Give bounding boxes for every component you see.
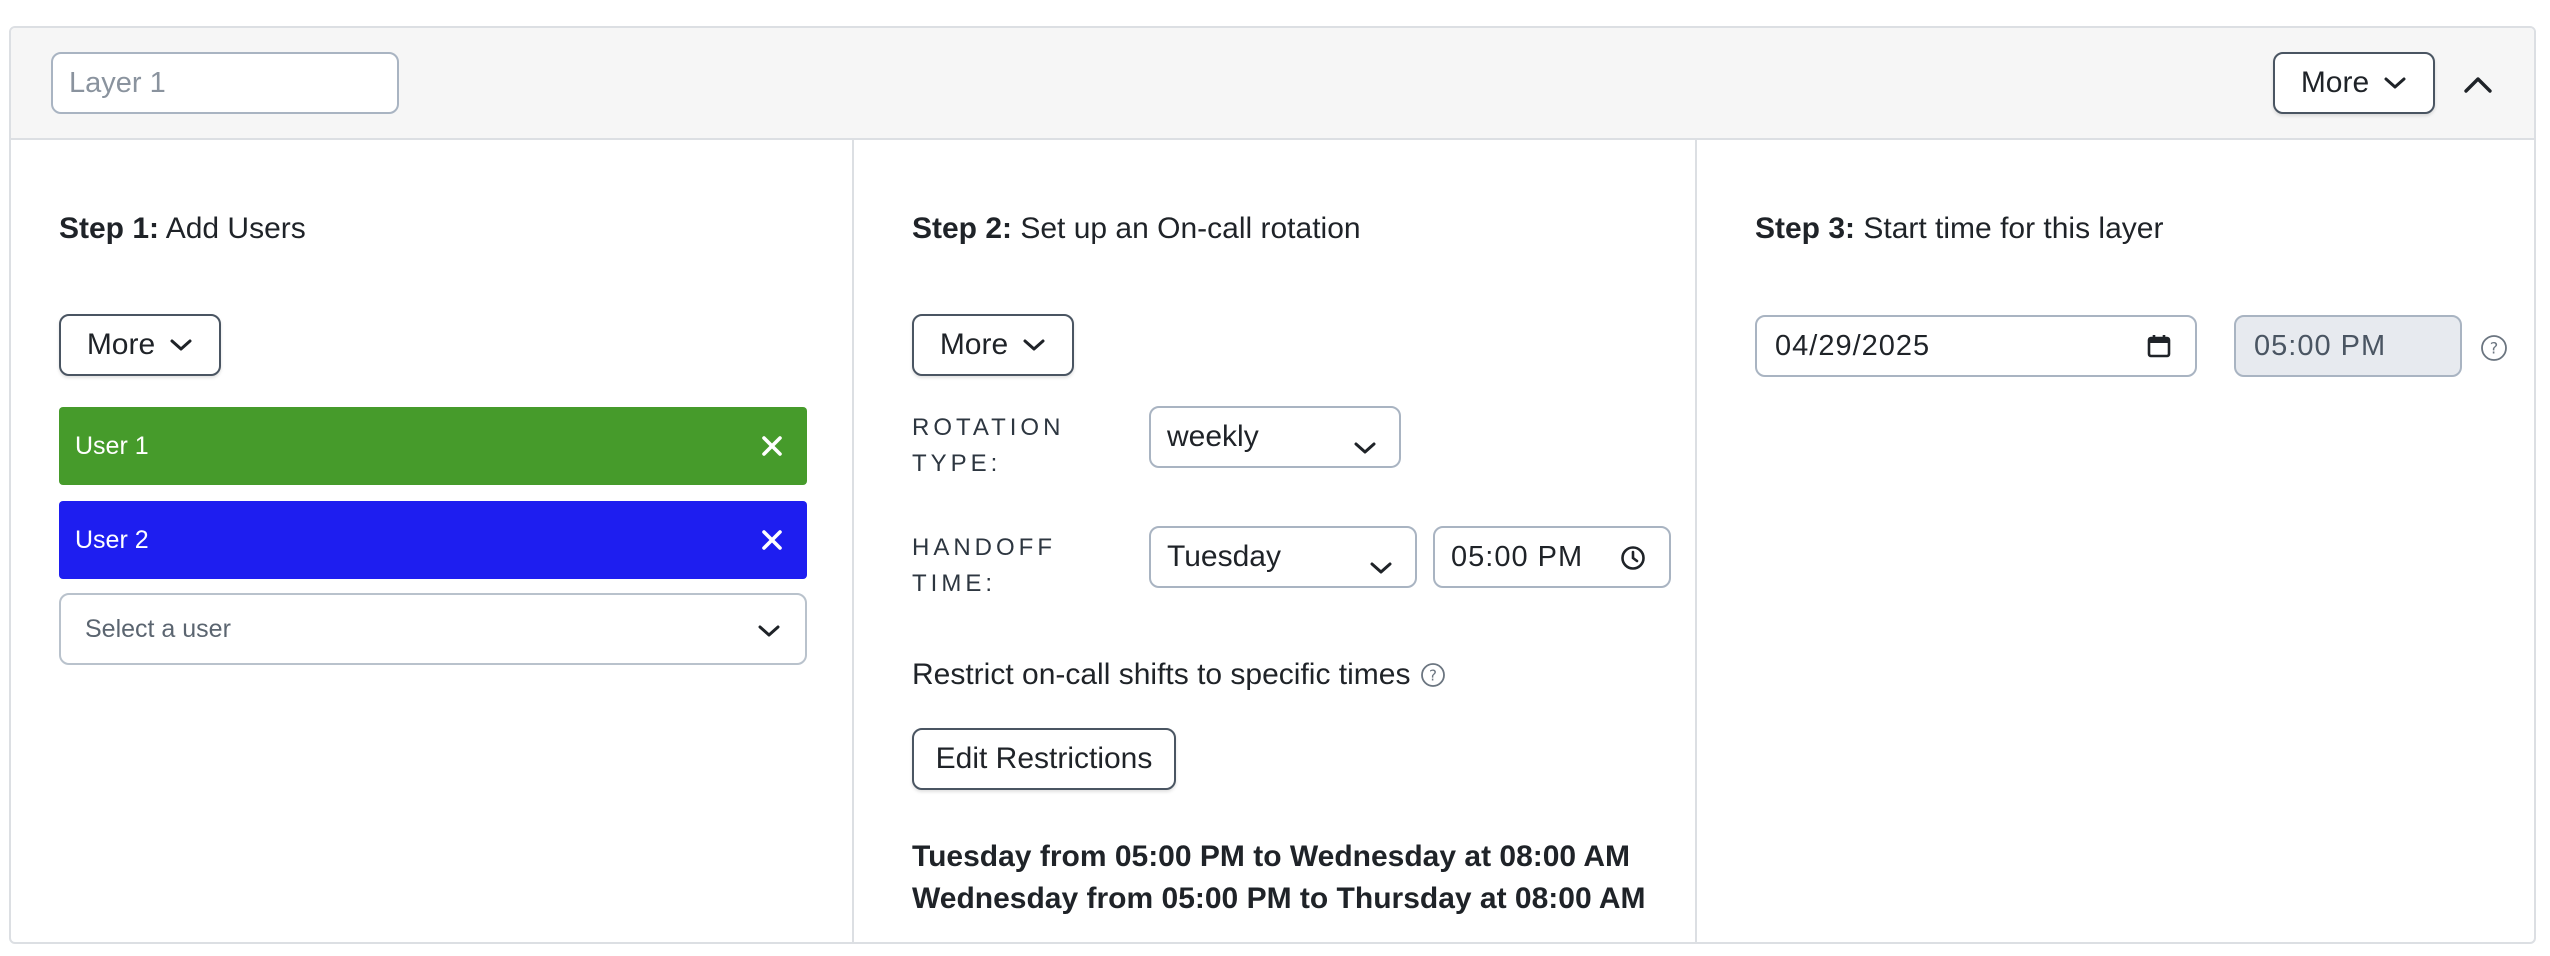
layer-header: More bbox=[11, 28, 2534, 140]
chevron-down-icon bbox=[1022, 337, 1046, 353]
chevron-up-icon[interactable] bbox=[2461, 68, 2495, 102]
step2-more-label: More bbox=[939, 328, 1009, 361]
chevron-down-icon bbox=[757, 617, 781, 646]
user-chip-label: User 1 bbox=[75, 431, 149, 460]
chevron-down-icon bbox=[1353, 430, 1377, 464]
edit-restrictions-button[interactable]: Edit Restrictions bbox=[912, 728, 1176, 790]
select-user-dropdown[interactable]: Select a user bbox=[59, 593, 807, 665]
handoff-time-value: 05:00 PM bbox=[1451, 540, 1584, 573]
layer-name-input[interactable] bbox=[51, 52, 399, 114]
step2-more-button[interactable]: More bbox=[912, 314, 1074, 376]
calendar-icon[interactable] bbox=[2145, 332, 2173, 368]
help-circle-icon[interactable]: ? bbox=[1420, 662, 1446, 688]
header-more-label: More bbox=[2300, 66, 2370, 99]
chevron-down-icon bbox=[169, 337, 193, 353]
user-chip: User 2 bbox=[59, 501, 807, 579]
close-icon[interactable] bbox=[755, 429, 789, 463]
step1-more-button[interactable]: More bbox=[59, 314, 221, 376]
restriction-line: Tuesday from 05:00 PM to Wednesday at 08… bbox=[912, 840, 1630, 873]
edit-restrictions-label: Edit Restrictions bbox=[935, 742, 1153, 775]
layer-panel: More Step 1: Add Users More User 1 User bbox=[9, 26, 2536, 944]
handoff-day-select[interactable]: Tuesday bbox=[1149, 526, 1417, 588]
restriction-line: Wednesday from 05:00 PM to Thursday at 0… bbox=[912, 882, 1646, 915]
step1-column: Step 1: Add Users More User 1 User 2 Sel… bbox=[11, 140, 854, 942]
restrict-shifts-heading: Restrict on-call shifts to specific time… bbox=[912, 658, 1446, 692]
handoff-time-input[interactable]: 05:00 PM bbox=[1433, 526, 1671, 588]
step3-title: Step 3: Start time for this layer bbox=[1755, 212, 2164, 245]
start-time-input: 05:00 PM bbox=[2234, 315, 2462, 377]
step2-title: Step 2: Set up an On-call rotation bbox=[912, 212, 1361, 245]
rotation-type-label: Rotation type: bbox=[912, 414, 1065, 477]
handoff-day-value: Tuesday bbox=[1167, 540, 1281, 573]
step1-title: Step 1: Add Users bbox=[59, 212, 306, 245]
select-user-placeholder: Select a user bbox=[85, 614, 231, 643]
clock-icon[interactable] bbox=[1619, 544, 1647, 580]
header-more-button[interactable]: More bbox=[2273, 52, 2435, 114]
handoff-time-label: Handoff time: bbox=[912, 534, 1056, 597]
step2-column: Step 2: Set up an On-call rotation More … bbox=[854, 140, 1697, 942]
help-circle-icon[interactable]: ? bbox=[2480, 334, 2508, 367]
start-time-value: 05:00 PM bbox=[2254, 329, 2387, 362]
start-date-input[interactable]: 04/29/2025 bbox=[1755, 315, 2197, 377]
user-chip: User 1 bbox=[59, 407, 807, 485]
chevron-down-icon bbox=[1369, 550, 1393, 584]
user-chip-label: User 2 bbox=[75, 525, 149, 554]
svg-text:?: ? bbox=[2490, 339, 2499, 358]
step1-more-label: More bbox=[86, 328, 156, 361]
chevron-down-icon bbox=[2383, 75, 2407, 91]
rotation-type-select[interactable]: weekly bbox=[1149, 406, 1401, 468]
svg-text:?: ? bbox=[1430, 667, 1438, 685]
rotation-type-value: weekly bbox=[1167, 420, 1259, 453]
step3-column: Step 3: Start time for this layer 04/29/… bbox=[1697, 140, 2534, 942]
start-date-value: 04/29/2025 bbox=[1775, 329, 1931, 362]
close-icon[interactable] bbox=[755, 523, 789, 557]
